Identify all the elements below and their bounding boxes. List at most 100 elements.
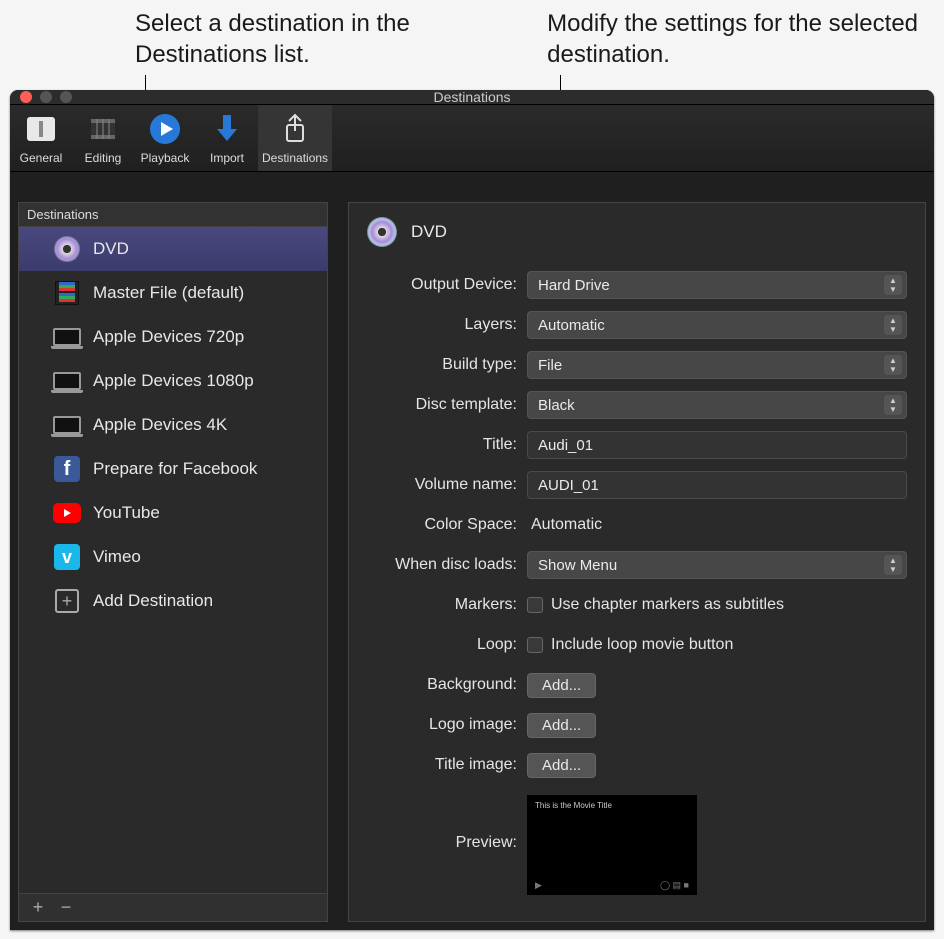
youtube-icon bbox=[53, 499, 81, 527]
dest-item-apple-1080p[interactable]: Apple Devices 1080p bbox=[19, 359, 327, 403]
label-preview: Preview: bbox=[367, 834, 527, 852]
close-window-button[interactable] bbox=[20, 91, 32, 103]
titlebar: Destinations bbox=[10, 90, 934, 105]
toolbar-editing[interactable]: Editing bbox=[72, 105, 134, 171]
preferences-window: Destinations General Editing Playback Im… bbox=[10, 90, 934, 930]
chevron-updown-icon: ▲▼ bbox=[884, 315, 902, 335]
output-device-select[interactable]: Hard Drive ▲▼ bbox=[527, 271, 907, 299]
dest-item-apple-4k[interactable]: Apple Devices 4K bbox=[19, 403, 327, 447]
dest-item-youtube[interactable]: YouTube bbox=[19, 491, 327, 535]
callout-left: Select a destination in the Destinations… bbox=[135, 8, 492, 70]
field-value: Audi_01 bbox=[538, 437, 593, 454]
traffic-lights bbox=[10, 91, 72, 103]
label-markers: Markers: bbox=[367, 596, 527, 614]
label-disc-template: Disc template: bbox=[367, 396, 527, 414]
add-destination-button[interactable]: + bbox=[29, 897, 47, 918]
preview-right-icons: ◯ ▤ ■ bbox=[660, 880, 689, 891]
vimeo-icon: v bbox=[53, 543, 81, 571]
dest-item-vimeo[interactable]: v Vimeo bbox=[19, 535, 327, 579]
remove-destination-button[interactable]: − bbox=[57, 897, 75, 918]
window-title: Destinations bbox=[10, 90, 934, 105]
label-color-space: Color Space: bbox=[367, 516, 527, 534]
preview-play-icon: ▶ bbox=[535, 880, 542, 891]
dest-item-label: Master File (default) bbox=[93, 283, 244, 303]
field-value: AUDI_01 bbox=[538, 477, 599, 494]
sidebar-header: Destinations bbox=[19, 203, 327, 227]
dest-item-apple-720p[interactable]: Apple Devices 720p bbox=[19, 315, 327, 359]
toolbar-playback[interactable]: Playback bbox=[134, 105, 196, 171]
logo-image-add-button[interactable]: Add... bbox=[527, 713, 596, 738]
toolbar-import[interactable]: Import bbox=[196, 105, 258, 171]
dest-item-label: Vimeo bbox=[93, 547, 141, 567]
destinations-icon bbox=[275, 109, 315, 149]
preview-title-text: This is the Movie Title bbox=[527, 795, 697, 816]
label-logo-image: Logo image: bbox=[367, 716, 527, 734]
title-field[interactable]: Audi_01 bbox=[527, 431, 907, 459]
destinations-sidebar: Destinations DVD Master File (default) A… bbox=[18, 202, 328, 922]
select-value: File bbox=[538, 357, 562, 374]
sidebar-footer: + − bbox=[19, 893, 327, 921]
general-icon bbox=[21, 109, 61, 149]
disc-icon bbox=[53, 235, 81, 263]
select-value: Automatic bbox=[538, 317, 605, 334]
label-build-type: Build type: bbox=[367, 356, 527, 374]
destination-detail-panel: DVD Output Device: Hard Drive ▲▼ Layers:… bbox=[348, 202, 926, 922]
label-output-device: Output Device: bbox=[367, 276, 527, 294]
label-title: Title: bbox=[367, 436, 527, 454]
label-volume-name: Volume name: bbox=[367, 476, 527, 494]
dest-item-facebook[interactable]: f Prepare for Facebook bbox=[19, 447, 327, 491]
color-space-value: Automatic bbox=[527, 516, 602, 533]
loop-checkbox[interactable] bbox=[527, 637, 543, 653]
toolbar-general[interactable]: General bbox=[10, 105, 72, 171]
label-layers: Layers: bbox=[367, 316, 527, 334]
markers-checkbox-label: Use chapter markers as subtitles bbox=[551, 596, 784, 614]
toolbar-destinations[interactable]: Destinations bbox=[258, 105, 332, 171]
plus-box-icon: + bbox=[53, 587, 81, 615]
device-icon bbox=[53, 367, 81, 395]
detail-header: DVD bbox=[367, 217, 907, 247]
detail-title: DVD bbox=[411, 222, 447, 242]
label-title-image: Title image: bbox=[367, 756, 527, 774]
dest-item-dvd[interactable]: DVD bbox=[19, 227, 327, 271]
volume-name-field[interactable]: AUDI_01 bbox=[527, 471, 907, 499]
dest-item-label: Prepare for Facebook bbox=[93, 459, 257, 479]
chevron-updown-icon: ▲▼ bbox=[884, 555, 902, 575]
preview-thumbnail: This is the Movie Title ▶ ◯ ▤ ■ bbox=[527, 795, 697, 895]
label-background: Background: bbox=[367, 676, 527, 694]
chevron-updown-icon: ▲▼ bbox=[884, 395, 902, 415]
toolbar-label: Playback bbox=[141, 151, 190, 165]
dest-item-label: Apple Devices 1080p bbox=[93, 371, 254, 391]
chevron-updown-icon: ▲▼ bbox=[884, 275, 902, 295]
loop-checkbox-label: Include loop movie button bbox=[551, 636, 733, 654]
disc-template-select[interactable]: Black ▲▼ bbox=[527, 391, 907, 419]
import-icon bbox=[207, 109, 247, 149]
minimize-window-button[interactable] bbox=[40, 91, 52, 103]
disc-icon bbox=[367, 217, 397, 247]
zoom-window-button[interactable] bbox=[60, 91, 72, 103]
label-loop: Loop: bbox=[367, 636, 527, 654]
select-value: Show Menu bbox=[538, 557, 617, 574]
toolbar-label: Import bbox=[210, 151, 244, 165]
markers-checkbox[interactable] bbox=[527, 597, 543, 613]
build-type-select[interactable]: File ▲▼ bbox=[527, 351, 907, 379]
editing-icon bbox=[83, 109, 123, 149]
title-image-add-button[interactable]: Add... bbox=[527, 753, 596, 778]
dest-item-label: Add Destination bbox=[93, 591, 213, 611]
film-icon bbox=[53, 279, 81, 307]
facebook-icon: f bbox=[53, 455, 81, 483]
dest-item-label: DVD bbox=[93, 239, 129, 259]
label-when-disc-loads: When disc loads: bbox=[367, 556, 527, 574]
toolbar-label: Destinations bbox=[262, 151, 328, 165]
dest-item-add-destination[interactable]: + Add Destination bbox=[19, 579, 327, 623]
background-add-button[interactable]: Add... bbox=[527, 673, 596, 698]
toolbar-label: Editing bbox=[85, 151, 122, 165]
select-value: Black bbox=[538, 397, 575, 414]
dest-item-master-file[interactable]: Master File (default) bbox=[19, 271, 327, 315]
dest-item-label: YouTube bbox=[93, 503, 160, 523]
chevron-updown-icon: ▲▼ bbox=[884, 355, 902, 375]
when-disc-loads-select[interactable]: Show Menu ▲▼ bbox=[527, 551, 907, 579]
select-value: Hard Drive bbox=[538, 277, 610, 294]
callout-right: Modify the settings for the selected des… bbox=[547, 8, 944, 70]
layers-select[interactable]: Automatic ▲▼ bbox=[527, 311, 907, 339]
dest-item-label: Apple Devices 4K bbox=[93, 415, 227, 435]
